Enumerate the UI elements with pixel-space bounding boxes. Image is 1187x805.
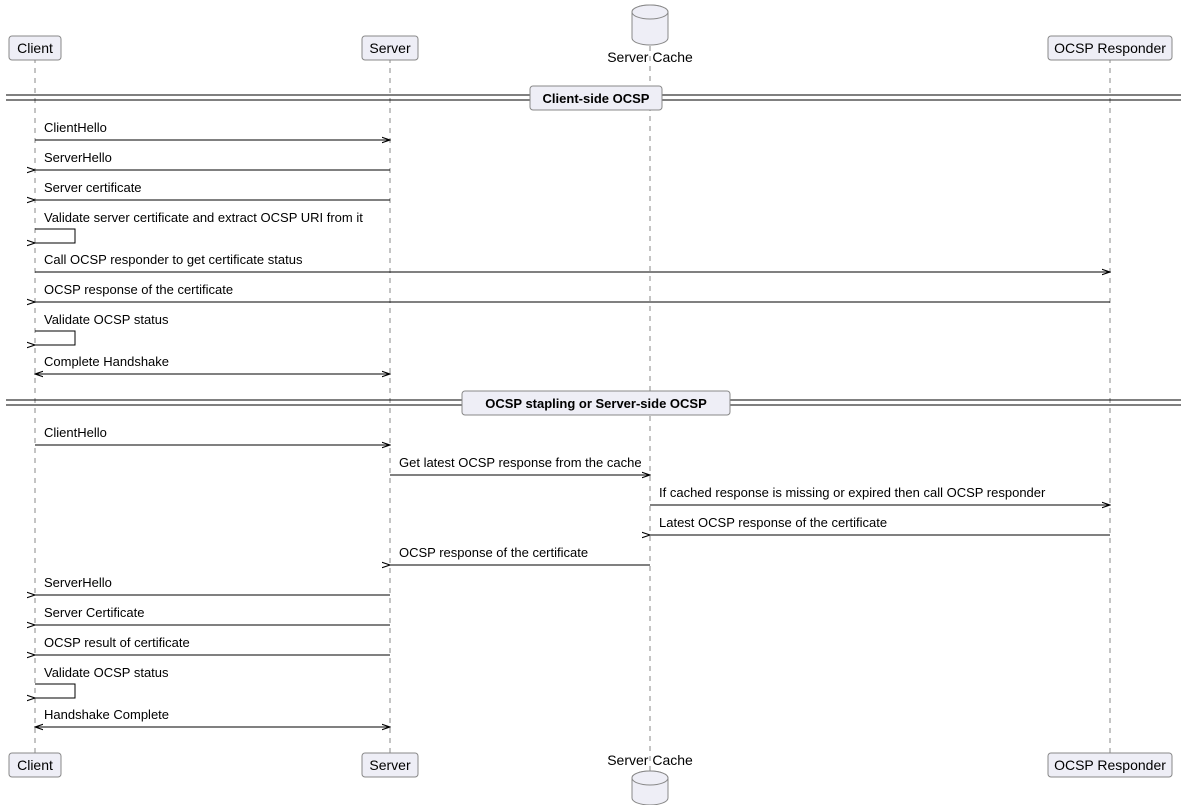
svg-text:ClientHello: ClientHello: [44, 120, 107, 135]
svg-text:Latest OCSP response of the ce: Latest OCSP response of the certificate: [659, 515, 887, 530]
msg-complete-handshake-1: Complete Handshake: [35, 354, 390, 374]
msg-call-ocsp-responder: Call OCSP responder to get certificate s…: [35, 252, 1110, 272]
label-server-top: Server: [369, 40, 411, 56]
svg-text:OCSP result of certificate: OCSP result of certificate: [44, 635, 190, 650]
divider-2-label: OCSP stapling or Server-side OCSP: [485, 396, 707, 411]
divider-1-label: Client-side OCSP: [543, 91, 650, 106]
participant-client-top: Client: [9, 36, 61, 60]
participant-cache-bottom: Server Cache: [607, 752, 693, 805]
label-client-bottom: Client: [17, 757, 53, 773]
msg-server-certificate-1: Server certificate: [35, 180, 390, 200]
msg-ocsp-result: OCSP result of certificate: [35, 635, 390, 655]
svg-text:Handshake Complete: Handshake Complete: [44, 707, 169, 722]
participant-responder-bottom: OCSP Responder: [1048, 753, 1172, 777]
label-cache-top: Server Cache: [607, 49, 693, 65]
sequence-diagram: Client Server Server Cache OCSP Responde…: [0, 0, 1187, 805]
svg-text:ClientHello: ClientHello: [44, 425, 107, 440]
label-responder-top: OCSP Responder: [1054, 40, 1166, 56]
label-client-top: Client: [17, 40, 53, 56]
participant-responder-top: OCSP Responder: [1048, 36, 1172, 60]
label-responder-bottom: OCSP Responder: [1054, 757, 1166, 773]
svg-text:OCSP response of the certifica: OCSP response of the certificate: [399, 545, 588, 560]
label-cache-bottom: Server Cache: [607, 752, 693, 768]
msg-serverhello-1: ServerHello: [35, 150, 390, 170]
msg-ocsp-response-1: OCSP response of the certificate: [35, 282, 1110, 302]
svg-text:Complete Handshake: Complete Handshake: [44, 354, 169, 369]
svg-text:ServerHello: ServerHello: [44, 150, 112, 165]
participant-cache-top: Server Cache: [607, 5, 693, 65]
msg-validate-ocsp-status-1: Validate OCSP status: [35, 312, 169, 345]
participant-client-bottom: Client: [9, 753, 61, 777]
msg-clienthello-1: ClientHello: [35, 120, 390, 140]
participant-server-top: Server: [362, 36, 418, 60]
msg-handshake-complete-2: Handshake Complete: [35, 707, 390, 727]
svg-text:Validate server certificate an: Validate server certificate and extract …: [44, 210, 363, 225]
participant-server-bottom: Server: [362, 753, 418, 777]
svg-text:Validate OCSP status: Validate OCSP status: [44, 312, 169, 327]
svg-text:OCSP response of the certifica: OCSP response of the certificate: [44, 282, 233, 297]
svg-text:Server Certificate: Server Certificate: [44, 605, 144, 620]
msg-clienthello-2: ClientHello: [35, 425, 390, 445]
divider-client-side-ocsp: Client-side OCSP: [6, 86, 1181, 110]
svg-text:If cached response is missing: If cached response is missing or expired…: [659, 485, 1046, 500]
divider-ocsp-stapling: OCSP stapling or Server-side OCSP: [6, 391, 1181, 415]
msg-validate-cert-extract-uri: Validate server certificate and extract …: [35, 210, 363, 243]
svg-text:Server certificate: Server certificate: [44, 180, 142, 195]
msg-get-latest-from-cache: Get latest OCSP response from the cache: [390, 455, 650, 475]
svg-text:Call OCSP responder to get cer: Call OCSP responder to get certificate s…: [44, 252, 303, 267]
msg-serverhello-2: ServerHello: [35, 575, 390, 595]
msg-validate-ocsp-status-2: Validate OCSP status: [35, 665, 169, 698]
msg-if-cached-missing: If cached response is missing or expired…: [650, 485, 1110, 505]
msg-server-certificate-2: Server Certificate: [35, 605, 390, 625]
label-server-bottom: Server: [369, 757, 411, 773]
msg-latest-ocsp-response: Latest OCSP response of the certificate: [650, 515, 1110, 535]
svg-text:ServerHello: ServerHello: [44, 575, 112, 590]
svg-text:Get latest OCSP response from: Get latest OCSP response from the cache: [399, 455, 642, 470]
svg-text:Validate OCSP status: Validate OCSP status: [44, 665, 169, 680]
msg-ocsp-response-from-cache: OCSP response of the certificate: [390, 545, 650, 565]
